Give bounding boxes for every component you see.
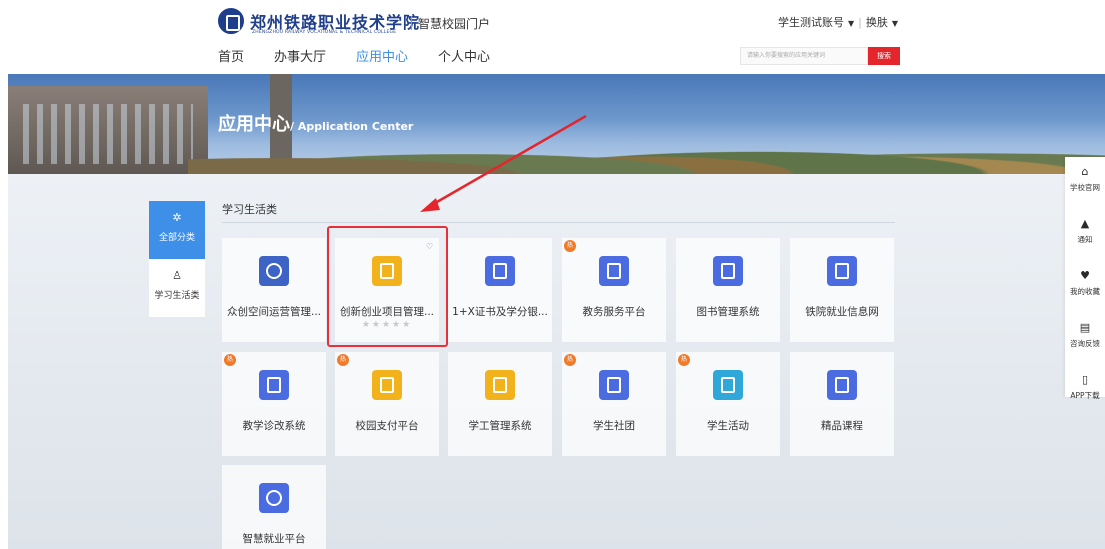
side-tool-feedback[interactable]: ▤ 咨询反馈: [1065, 313, 1105, 365]
app-name: 铁院就业信息网: [805, 306, 879, 318]
section-divider: [222, 222, 895, 223]
banner-image: [8, 74, 1105, 174]
account-menu[interactable]: 学生测试账号 ▼: [778, 16, 854, 29]
category-panel: ✲ 全部分类 ♙ 学习生活类: [149, 201, 205, 317]
document-icon: [485, 256, 515, 286]
portal-name: 智慧校园门户: [418, 17, 491, 31]
monitor-icon: [599, 256, 629, 286]
nav-item-service-hall[interactable]: 办事大厅: [274, 46, 326, 65]
side-toolbar: ⌂ 学校官网 ▲ 通知 ♥ 我的收藏 ▤ 咨询反馈 ▯ APP下载: [1065, 157, 1105, 400]
app-card-makerspace[interactable]: 众创空间运营管理...: [222, 238, 326, 342]
app-name: 图书管理系统: [696, 306, 760, 318]
app-search-input[interactable]: 请输入你要搜索的应用关键词: [740, 47, 868, 65]
school-logo-english: ZHENGZHOU RAILWAY VOCATIONAL & TECHNICAL…: [252, 30, 397, 35]
hot-badge: 热: [564, 354, 576, 366]
side-tool-label: 咨询反馈: [1070, 339, 1100, 348]
clipboard-icon: [827, 370, 857, 400]
app-card-employment-info[interactable]: 铁院就业信息网: [790, 238, 894, 342]
skin-label: 换肤: [865, 16, 888, 29]
section-title: 学习生活类: [222, 203, 277, 216]
app-card-library[interactable]: 图书管理系统: [676, 238, 780, 342]
app-center-page: 郑州铁路职业技术学院 ZHENGZHOU RAILWAY VOCATIONAL …: [0, 0, 1105, 549]
nav-item-home[interactable]: 首页: [218, 46, 244, 65]
hot-badge: 热: [564, 240, 576, 252]
app-card-smart-employment[interactable]: 智慧就业平台: [222, 465, 326, 549]
app-card-student-clubs[interactable]: 热 学生社团: [562, 352, 666, 456]
side-tool-label: 学校官网: [1070, 183, 1100, 192]
feedback-icon: ▤: [1079, 321, 1091, 334]
side-tool-favorites[interactable]: ♥ 我的收藏: [1065, 261, 1105, 313]
category-all-label: 全部分类: [158, 233, 195, 243]
app-card-1x-certificate[interactable]: 1+X证书及学分银...: [448, 238, 552, 342]
app-card-student-activities[interactable]: 热 学生活动: [676, 352, 780, 456]
skin-menu[interactable]: 换肤 ▼: [866, 16, 898, 29]
app-name: 1+X证书及学分银...: [452, 306, 548, 318]
app-name: 学工管理系统: [468, 420, 532, 432]
side-tool-label: 我的收藏: [1070, 287, 1100, 296]
banner-title-cn: 应用中心: [218, 114, 290, 135]
payment-icon: [372, 370, 402, 400]
top-header: 郑州铁路职业技术学院 ZHENGZHOU RAILWAY VOCATIONAL …: [0, 0, 1105, 74]
book-icon: [713, 256, 743, 286]
side-tool-label: 通知: [1077, 235, 1093, 244]
hot-badge: 热: [678, 354, 690, 366]
banner-building: [8, 86, 208, 174]
app-name: 精品课程: [821, 420, 863, 432]
banner-title-en: / Application Center: [290, 120, 414, 133]
chevron-down-icon: ▼: [848, 19, 855, 28]
app-name: 教学诊改系统: [242, 420, 306, 432]
hot-badge: 热: [337, 354, 349, 366]
category-all[interactable]: ✲ 全部分类: [149, 201, 205, 259]
gear-icon: ✲: [172, 211, 182, 224]
favorite-heart-icon[interactable]: ♡: [426, 242, 433, 251]
bell-icon: ▲: [1080, 217, 1090, 230]
account-divider: |: [858, 16, 862, 29]
search-button[interactable]: 搜索: [868, 47, 900, 65]
nav-item-personal-center[interactable]: 个人中心: [438, 46, 490, 65]
star-frame-icon: [713, 370, 743, 400]
category-study-life[interactable]: ♙ 学习生活类: [149, 259, 205, 317]
person-globe-icon: [259, 256, 289, 286]
stack-icon: [827, 256, 857, 286]
account-label: 学生测试账号: [778, 16, 844, 29]
form-icon: [259, 370, 289, 400]
headset-icon: [259, 483, 289, 513]
chevron-down-icon: ▼: [891, 19, 899, 28]
app-name: 教务服务平台: [582, 306, 646, 318]
app-card-quality-courses[interactable]: 精品课程: [790, 352, 894, 456]
account-area: 学生测试账号 ▼ | 换肤 ▼: [778, 14, 898, 30]
logo-divider: [411, 16, 412, 30]
side-tool-label: APP下载: [1070, 391, 1100, 400]
app-card-academic-service[interactable]: 热 教务服务平台: [562, 238, 666, 342]
app-card-teaching-diagnosis[interactable]: 热 教学诊改系统: [222, 352, 326, 456]
hot-badge: 热: [224, 354, 236, 366]
category-study-life-label: 学习生活类: [154, 291, 200, 301]
app-name: 学生活动: [707, 420, 749, 432]
rating-stars[interactable]: ★★★★★: [335, 320, 439, 330]
heart-icon: ♥: [1080, 269, 1090, 282]
app-card-campus-payment[interactable]: 热 校园支付平台: [335, 352, 439, 456]
school-emblem-icon: [218, 8, 244, 34]
home-icon: ⌂: [1081, 165, 1089, 178]
nav-item-app-center[interactable]: 应用中心: [356, 46, 408, 65]
banner-title: 应用中心/ Application Center: [218, 110, 413, 136]
app-name: 创新创业项目管理...: [339, 306, 434, 318]
rocket-p-icon: [372, 256, 402, 286]
app-name: 众创空间运营管理...: [226, 306, 321, 318]
app-card-innovation-projects[interactable]: ♡ 创新创业项目管理... ★★★★★: [335, 238, 439, 342]
side-tool-app-download[interactable]: ▯ APP下载: [1065, 365, 1105, 417]
app-card-student-affairs[interactable]: 学工管理系统: [448, 352, 552, 456]
side-tool-school-site[interactable]: ⌂ 学校官网: [1065, 157, 1105, 209]
app-name: 智慧就业平台: [242, 533, 306, 545]
side-tool-notifications[interactable]: ▲ 通知: [1065, 209, 1105, 261]
people-icon: [599, 370, 629, 400]
app-name: 校园支付平台: [355, 420, 419, 432]
person-chart-icon: ♙: [172, 269, 182, 282]
phone-icon: ▯: [1081, 373, 1089, 386]
main-nav: 首页 办事大厅 应用中心 个人中心: [218, 46, 520, 65]
app-name: 学生社团: [593, 420, 635, 432]
graduation-cap-icon: [485, 370, 515, 400]
